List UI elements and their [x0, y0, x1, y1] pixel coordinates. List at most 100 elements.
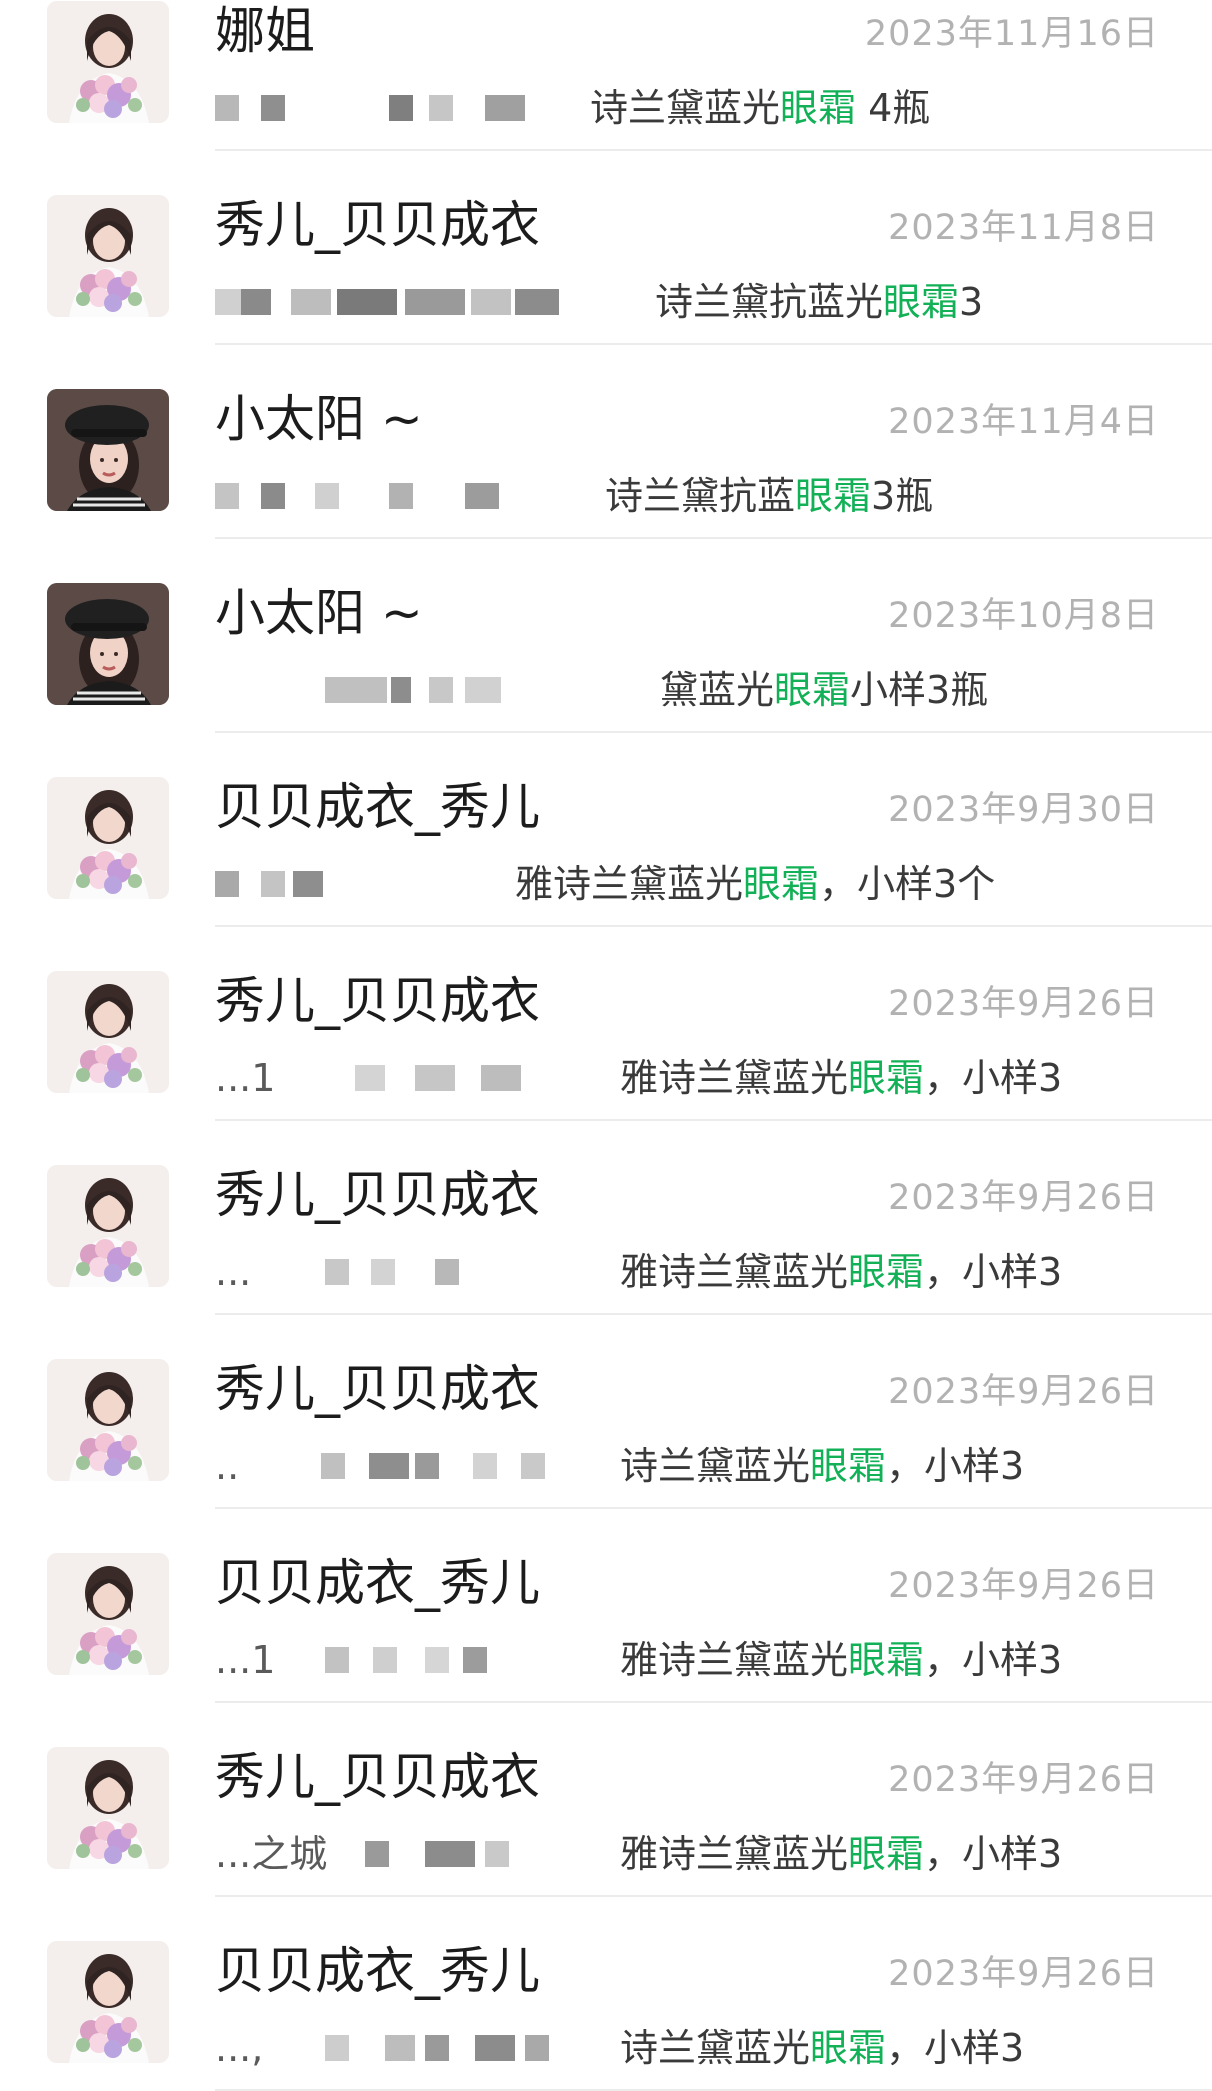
chat-result-row[interactable]: 秀儿_贝贝成衣 2023年9月26日 ...之城 雅诗兰黛蓝光眼霜，小样3 — [0, 1703, 1212, 1897]
redaction-block — [429, 677, 453, 703]
avatar[interactable] — [47, 195, 169, 317]
chat-result-row[interactable]: 秀儿_贝贝成衣 2023年9月26日 ... 雅诗兰黛蓝光眼霜，小样3 — [0, 1121, 1212, 1315]
preview-text: 诗兰黛蓝光眼霜，小样3 — [620, 2021, 1024, 2075]
chat-result-row[interactable]: 贝贝成衣_秀儿 2023年9月30日 雅诗兰黛蓝光眼霜，小样3个 — [0, 733, 1212, 927]
avatar[interactable] — [47, 1165, 169, 1287]
portrait-flowers-image — [47, 1165, 169, 1287]
redaction-block — [391, 677, 411, 703]
chat-result-row[interactable]: 秀儿_贝贝成衣 2023年11月8日 诗兰黛抗蓝光眼霜3 — [0, 151, 1212, 345]
portrait-flowers-image — [47, 1747, 169, 1869]
message-preview: ...1 雅诗兰黛蓝光眼霜，小样3 — [215, 1633, 1160, 1687]
keyword-highlight: 眼霜 — [848, 1832, 925, 1876]
redaction-block — [369, 1453, 409, 1479]
preview-suffix: ，小样3 — [886, 1444, 1025, 1488]
portrait-beret-image — [47, 389, 169, 511]
portrait-flowers-image — [47, 1359, 169, 1481]
avatar[interactable] — [47, 1941, 169, 2063]
message-preview: 诗兰黛抗蓝眼霜3瓶 — [215, 469, 1160, 523]
search-results-list: 娜姐 2023年11月16日 诗兰黛蓝光眼霜 4瓶 秀儿_贝贝成衣 2023年1… — [0, 0, 1212, 2091]
redaction-block — [389, 483, 413, 509]
preview-suffix: ，小样3个 — [819, 862, 996, 906]
redaction-block — [325, 2035, 349, 2061]
keyword-highlight: 眼霜 — [780, 86, 857, 130]
redaction-block — [425, 2035, 449, 2061]
redaction-block — [485, 95, 525, 121]
keyword-highlight: 眼霜 — [810, 2026, 887, 2070]
message-preview: ...之城 雅诗兰黛蓝光眼霜，小样3 — [215, 1827, 1160, 1881]
redaction-block — [365, 1841, 389, 1867]
avatar[interactable] — [47, 1553, 169, 1675]
message-preview: 黛蓝光眼霜小样3瓶 — [215, 663, 1160, 717]
preview-text: 诗兰黛抗蓝光眼霜3 — [655, 275, 983, 329]
message-date: 2023年9月26日 — [888, 1760, 1159, 1800]
keyword-highlight: 眼霜 — [810, 1444, 887, 1488]
redaction-block — [337, 289, 397, 315]
avatar[interactable] — [47, 583, 169, 705]
redaction-block — [465, 677, 501, 703]
preview-lead: ... — [215, 1250, 252, 1294]
redaction-block — [465, 483, 499, 509]
contact-name: 秀儿_贝贝成衣 — [215, 1748, 540, 1806]
portrait-flowers-image — [47, 1, 169, 123]
preview-text: 黛蓝光眼霜小样3瓶 — [660, 663, 988, 717]
redaction-block — [515, 289, 559, 315]
redaction-block — [325, 1647, 349, 1673]
redaction-block — [385, 2035, 415, 2061]
redaction-block — [429, 95, 453, 121]
redaction-block — [293, 871, 323, 897]
redaction-block — [463, 1647, 487, 1673]
avatar[interactable] — [47, 1359, 169, 1481]
chat-result-row[interactable]: 秀儿_贝贝成衣 2023年9月26日 .. 诗兰黛蓝光眼霜，小样3 — [0, 1315, 1212, 1509]
chat-result-row[interactable]: 小太阳 ~ 2023年10月8日 黛蓝光眼霜小样3瓶 — [0, 539, 1212, 733]
preview-suffix: 小样3瓶 — [850, 668, 989, 712]
redaction-block — [215, 871, 239, 897]
preview-lead: ...1 — [215, 1056, 276, 1100]
chat-result-row[interactable]: 小太阳 ~ 2023年11月4日 诗兰黛抗蓝眼霜3瓶 — [0, 345, 1212, 539]
portrait-flowers-image — [47, 1553, 169, 1675]
message-preview: ... 雅诗兰黛蓝光眼霜，小样3 — [215, 1245, 1160, 1299]
redaction-block — [325, 1259, 349, 1285]
preview-lead: ..., — [215, 2026, 264, 2070]
portrait-flowers-image — [47, 195, 169, 317]
contact-name: 小太阳 ~ — [215, 584, 423, 642]
redaction-block — [473, 1453, 497, 1479]
redaction-block — [525, 2035, 549, 2061]
preview-suffix: ，小样3 — [924, 1250, 1063, 1294]
preview-text: 雅诗兰黛蓝光眼霜，小样3个 — [515, 857, 995, 911]
contact-name: 贝贝成衣_秀儿 — [215, 778, 540, 836]
redaction-block — [261, 483, 285, 509]
preview-suffix: 3瓶 — [871, 474, 934, 518]
contact-name: 秀儿_贝贝成衣 — [215, 1360, 540, 1418]
avatar[interactable] — [47, 1, 169, 123]
preview-suffix: ，小样3 — [924, 1638, 1063, 1682]
chat-result-row[interactable]: 贝贝成衣_秀儿 2023年9月26日 ..., 诗兰黛蓝光眼霜，小样3 — [0, 1897, 1212, 2091]
portrait-flowers-image — [47, 1941, 169, 2063]
portrait-flowers-image — [47, 777, 169, 899]
preview-suffix: ，小样3 — [924, 1832, 1063, 1876]
message-date: 2023年9月26日 — [888, 1372, 1159, 1412]
message-preview: 雅诗兰黛蓝光眼霜，小样3个 — [215, 857, 1160, 911]
portrait-flowers-image — [47, 971, 169, 1093]
preview-text: 雅诗兰黛蓝光眼霜，小样3 — [620, 1245, 1062, 1299]
chat-result-row[interactable]: 秀儿_贝贝成衣 2023年9月26日 ...1 雅诗兰黛蓝光眼霜，小样3 — [0, 927, 1212, 1121]
contact-name: 秀儿_贝贝成衣 — [215, 1166, 540, 1224]
message-preview: 诗兰黛蓝光眼霜 4瓶 — [215, 81, 1160, 135]
avatar[interactable] — [47, 777, 169, 899]
redaction-block — [321, 1453, 345, 1479]
redaction-block — [261, 95, 285, 121]
avatar[interactable] — [47, 389, 169, 511]
redaction-block — [355, 1065, 385, 1091]
contact-name: 贝贝成衣_秀儿 — [215, 1942, 540, 2000]
chat-result-row[interactable]: 娜姐 2023年11月16日 诗兰黛蓝光眼霜 4瓶 — [0, 0, 1212, 151]
keyword-highlight: 眼霜 — [848, 1056, 925, 1100]
preview-body: 雅诗兰黛蓝光 — [515, 862, 744, 906]
message-date: 2023年11月4日 — [888, 402, 1159, 442]
preview-text: 雅诗兰黛蓝光眼霜，小样3 — [620, 1051, 1062, 1105]
portrait-beret-image — [47, 583, 169, 705]
message-date: 2023年11月8日 — [888, 208, 1159, 248]
chat-result-row[interactable]: 贝贝成衣_秀儿 2023年9月26日 ...1 雅诗兰黛蓝光眼霜，小样3 — [0, 1509, 1212, 1703]
contact-name: 秀儿_贝贝成衣 — [215, 196, 540, 254]
preview-body: 诗兰黛蓝光 — [620, 1444, 811, 1488]
avatar[interactable] — [47, 1747, 169, 1869]
avatar[interactable] — [47, 971, 169, 1093]
